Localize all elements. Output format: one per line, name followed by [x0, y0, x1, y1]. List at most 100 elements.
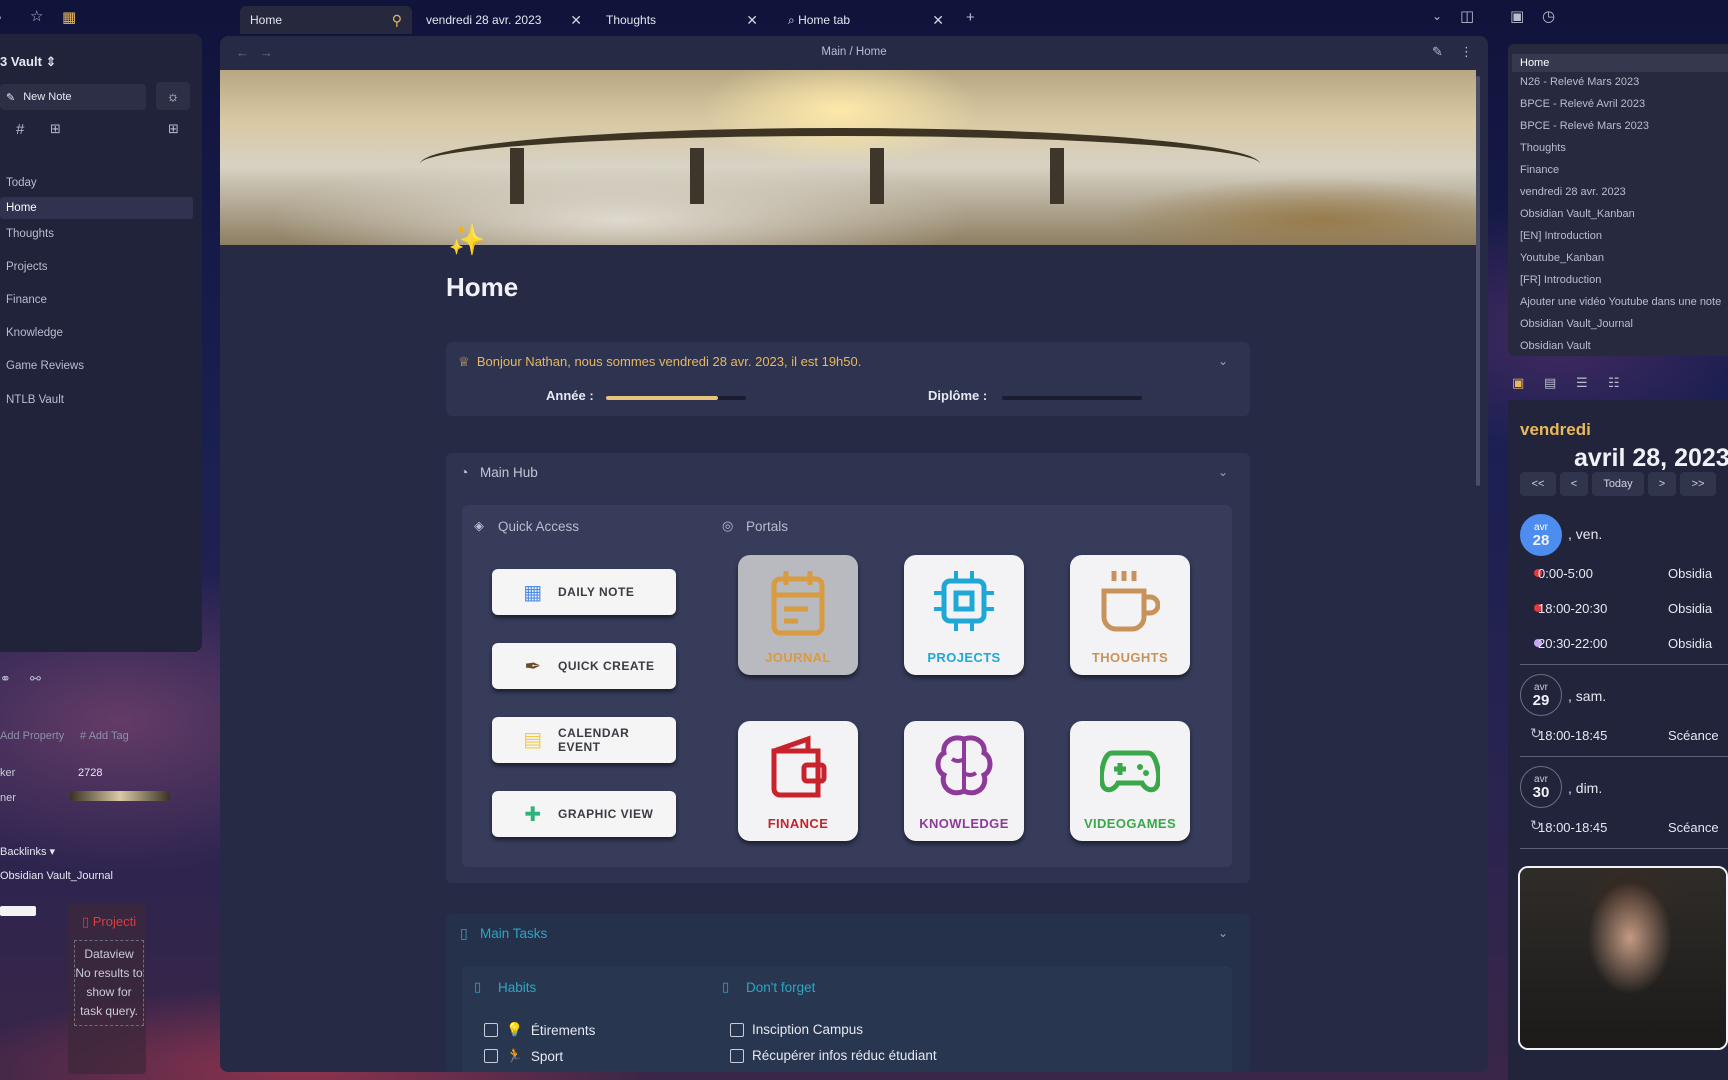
- sidebar-item-thoughts[interactable]: Thoughts: [0, 223, 193, 245]
- recent-file-item[interactable]: Obsidian Vault_Kanban: [1520, 208, 1635, 220]
- event-title[interactable]: Obsidia: [1668, 636, 1712, 651]
- recent-file-item[interactable]: BPCE - Relevé Avril 2023: [1520, 98, 1645, 110]
- property-value[interactable]: 2728: [78, 767, 102, 779]
- day-badge[interactable]: avr 29: [1520, 674, 1562, 716]
- new-note-button[interactable]: ✎ New Note: [0, 84, 146, 110]
- pin-icon[interactable]: ⚲: [392, 12, 402, 29]
- event-title[interactable]: Scéance: [1668, 820, 1719, 835]
- close-icon[interactable]: ✕: [570, 12, 582, 29]
- more-options-icon[interactable]: ⋮: [1460, 45, 1473, 58]
- chevron-down-icon[interactable]: ⌄: [1218, 926, 1228, 940]
- quick-create-button[interactable]: ✒ QUICK CREATE: [492, 643, 676, 689]
- calendar-icon[interactable]: ▣: [1510, 9, 1524, 24]
- sidebar-item-today[interactable]: Today: [0, 172, 193, 194]
- next-month-button[interactable]: >>: [1680, 472, 1716, 496]
- task-checkbox[interactable]: [730, 1022, 744, 1037]
- recent-file-item[interactable]: Obsidian Vault: [1520, 340, 1591, 352]
- chevron-down-icon[interactable]: ⌄: [1218, 465, 1228, 479]
- event-time[interactable]: 18:00-18:45: [1538, 820, 1607, 835]
- portal-projects[interactable]: PROJECTS: [904, 555, 1024, 675]
- graphic-view-button[interactable]: ✚ GRAPHIC VIEW: [492, 791, 676, 837]
- recent-file-item[interactable]: Thoughts: [1520, 142, 1566, 154]
- unlink-icon[interactable]: ⚯: [30, 672, 41, 685]
- calendar-icon[interactable]: ▣: [1512, 376, 1524, 389]
- today-button[interactable]: Today: [1592, 472, 1644, 496]
- new-tab-icon[interactable]: +: [966, 10, 975, 25]
- chevron-down-icon[interactable]: ⌄: [1432, 10, 1442, 22]
- theme-toggle-button[interactable]: ☼: [156, 82, 190, 110]
- day-badge[interactable]: avr 30: [1520, 766, 1562, 808]
- backlink-item[interactable]: Obsidian Vault_Journal: [0, 870, 113, 882]
- tab-daily-note[interactable]: vendredi 28 avr. 2023 ✕: [416, 6, 592, 34]
- event-time[interactable]: 18:00-20:30: [1538, 601, 1607, 616]
- recent-file-item[interactable]: N26 - Relevé Mars 2023: [1520, 76, 1639, 88]
- add-property-button[interactable]: Add Property: [0, 730, 64, 742]
- sidebar-item-knowledge[interactable]: Knowledge: [0, 322, 193, 344]
- sidebar-item-projects[interactable]: Projects: [0, 256, 193, 278]
- projects-embed: ▯ Projecti Dataview No results to show f…: [68, 904, 146, 1074]
- recent-file-item[interactable]: [FR] Introduction: [1520, 274, 1601, 286]
- daily-note-button[interactable]: ▦ DAILY NOTE: [492, 569, 676, 615]
- vault-switcher[interactable]: 3 Vault ⇕: [0, 54, 56, 70]
- clock-icon[interactable]: ◷: [1542, 9, 1555, 24]
- task-item[interactable]: 💡 Étirements: [484, 1022, 595, 1038]
- tab-thoughts[interactable]: Thoughts ✕: [596, 6, 768, 34]
- calendar-week-icon[interactable]: ▤: [1544, 376, 1556, 389]
- grid-icon[interactable]: ▦: [62, 10, 76, 25]
- sidebar-item-finance[interactable]: Finance: [0, 289, 193, 311]
- tab-home[interactable]: Home ⚲: [240, 6, 412, 34]
- event-time[interactable]: 0:00-5:00: [1538, 566, 1593, 581]
- event-title[interactable]: Scéance: [1668, 728, 1719, 743]
- task-item[interactable]: Insciption Campus: [730, 1022, 863, 1037]
- portal-knowledge[interactable]: KNOWLEDGE: [904, 721, 1024, 841]
- sidebar-item-game-reviews[interactable]: Game Reviews: [0, 355, 193, 377]
- close-icon[interactable]: ✕: [932, 12, 944, 29]
- portal-journal[interactable]: JOURNAL: [738, 555, 858, 675]
- event-time[interactable]: 18:00-18:45: [1538, 728, 1607, 743]
- recent-file-item[interactable]: Home: [1512, 54, 1728, 72]
- close-icon[interactable]: ✕: [746, 12, 758, 29]
- layout-icon[interactable]: ⊞: [168, 122, 179, 135]
- event-time[interactable]: 20:30-22:00: [1538, 636, 1607, 651]
- sidebar-toggle-icon[interactable]: ◫: [1460, 9, 1474, 24]
- recent-file-item[interactable]: [EN] Introduction: [1520, 230, 1602, 242]
- sidebar-item-home[interactable]: Home: [0, 197, 193, 219]
- portal-thoughts[interactable]: THOUGHTS: [1070, 555, 1190, 675]
- align-icon[interactable]: ☰: [1576, 376, 1588, 389]
- journal-icon: [771, 571, 825, 636]
- portal-finance[interactable]: FINANCE: [738, 721, 858, 841]
- next-day-button[interactable]: >: [1648, 472, 1676, 496]
- add-tag-button[interactable]: # Add Tag: [80, 730, 129, 742]
- scrollbar[interactable]: [1476, 76, 1480, 486]
- task-checkbox[interactable]: [730, 1048, 744, 1063]
- list-icon[interactable]: ☷: [1608, 376, 1620, 389]
- task-item[interactable]: 🏃 Sport: [484, 1048, 563, 1064]
- prev-month-button[interactable]: <<: [1520, 472, 1556, 496]
- projects-embed-title[interactable]: ▯ Projecti: [82, 914, 136, 930]
- link-icon[interactable]: ⚭: [0, 672, 11, 685]
- chevron-down-icon[interactable]: ⌄: [1218, 354, 1228, 368]
- blocks-icon[interactable]: ⊞: [50, 122, 61, 135]
- sidebar-item-ntlb-vault[interactable]: NTLB Vault: [0, 389, 193, 411]
- task-item[interactable]: Récupérer infos réduc étudiant: [730, 1048, 937, 1063]
- recent-file-item[interactable]: Youtube_Kanban: [1520, 252, 1604, 264]
- task-checkbox[interactable]: [484, 1049, 498, 1063]
- recent-file-item[interactable]: BPCE - Relevé Mars 2023: [1520, 120, 1649, 132]
- event-title[interactable]: Obsidia: [1668, 601, 1712, 616]
- edit-icon[interactable]: ✎: [1432, 45, 1443, 58]
- backlinks-toggle[interactable]: Backlinks ▾: [0, 845, 55, 858]
- day-badge[interactable]: avr 28: [1520, 514, 1562, 556]
- prev-day-button[interactable]: <: [1560, 472, 1588, 496]
- recent-file-item[interactable]: Ajouter une vidéo Youtube dans une note: [1520, 296, 1721, 308]
- recent-file-item[interactable]: Obsidian Vault_Journal: [1520, 318, 1633, 330]
- task-checkbox[interactable]: [484, 1023, 498, 1037]
- star-icon[interactable]: ☆: [30, 9, 43, 24]
- portal-videogames[interactable]: VIDEOGAMES: [1070, 721, 1190, 841]
- event-title[interactable]: Obsidia: [1668, 566, 1712, 581]
- recent-file-item[interactable]: vendredi 28 avr. 2023: [1520, 186, 1626, 198]
- recent-file-item[interactable]: Finance: [1520, 164, 1559, 176]
- hashtag-icon[interactable]: #: [16, 122, 24, 137]
- calendar-event-button[interactable]: ▤ CALENDAR EVENT: [492, 717, 676, 763]
- search-icon[interactable]: ⌕: [0, 10, 2, 25]
- tab-home-tab[interactable]: ⌕ Home tab ✕: [778, 6, 954, 34]
